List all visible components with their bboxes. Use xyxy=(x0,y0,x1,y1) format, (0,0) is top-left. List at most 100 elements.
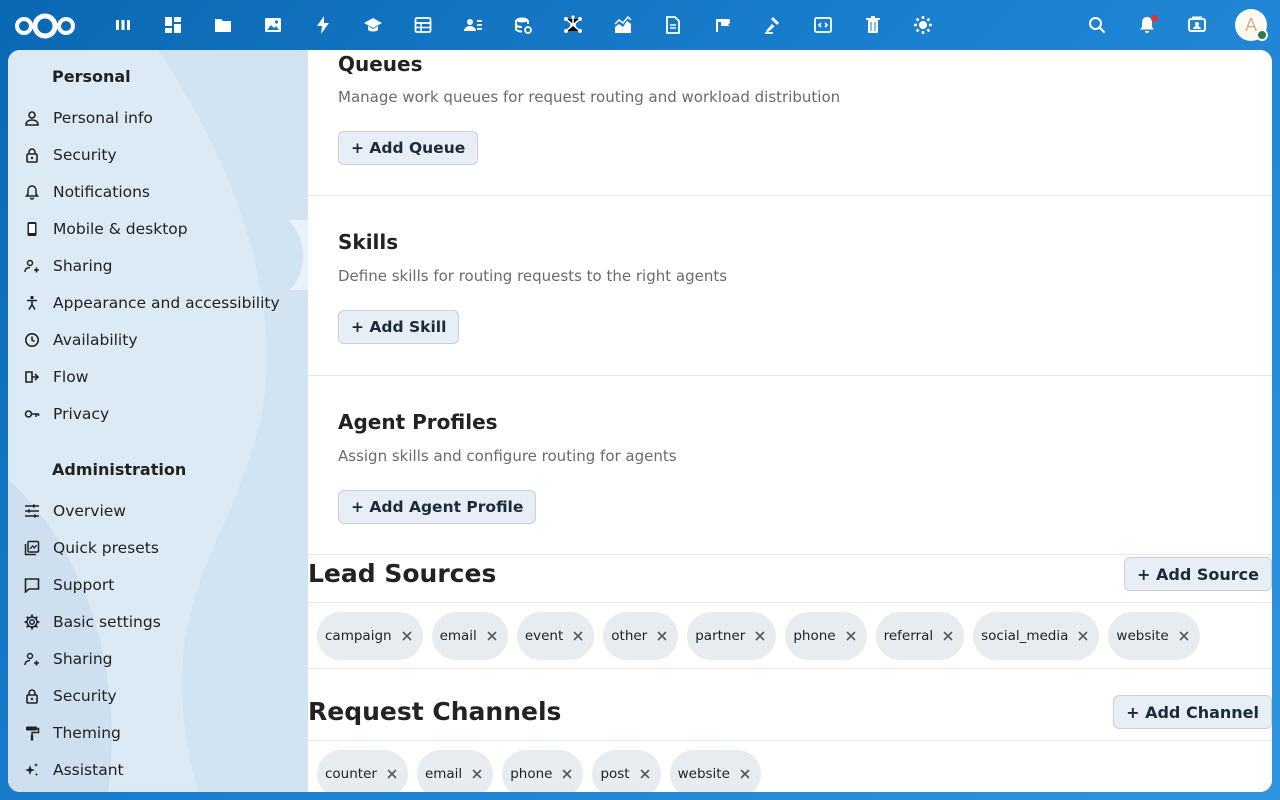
sidebar-item-quick-presets[interactable]: Quick presets xyxy=(8,531,308,565)
sidebar-item-security[interactable]: Security xyxy=(8,679,308,713)
learn-icon[interactable] xyxy=(348,0,398,50)
user-menu[interactable]: A xyxy=(1222,0,1280,50)
tag-chip: counter xyxy=(317,750,408,792)
dashboard-icon[interactable] xyxy=(98,0,148,50)
administration-heading: Administration xyxy=(52,460,187,479)
remove-tag-icon[interactable] xyxy=(845,630,857,642)
sidebar-item-privacy[interactable]: Privacy xyxy=(8,397,308,431)
sidebar-item-label: Flow xyxy=(53,368,89,386)
tag-chip: post xyxy=(592,750,661,792)
remove-tag-icon[interactable] xyxy=(942,630,954,642)
sidebar-item-support[interactable]: Support xyxy=(8,568,308,602)
files-icon[interactable] xyxy=(198,0,248,50)
lock-icon xyxy=(24,147,40,163)
nextcloud-logo[interactable] xyxy=(13,11,77,41)
sidebar-item-availability[interactable]: Availability xyxy=(8,323,308,357)
contacts-menu-icon[interactable] xyxy=(1172,0,1222,50)
lead-sources-tag-list: campaign email event other partner phone refer… xyxy=(317,612,1209,660)
add-skill-button[interactable]: + Add Skill xyxy=(338,310,460,344)
tag-chip: email xyxy=(431,612,508,660)
tag-chip: website xyxy=(669,750,761,792)
settings-sidebar: Personal Administration Personal info Sec… xyxy=(8,50,308,792)
remove-tag-icon[interactable] xyxy=(572,630,584,642)
add-queue-button[interactable]: + Add Queue xyxy=(338,131,479,165)
add-agent-profile-button[interactable]: + Add Agent Profile xyxy=(338,490,537,524)
remove-tag-icon[interactable] xyxy=(401,630,413,642)
request-channels-tag-list: counter email phone post website xyxy=(317,750,770,792)
tag-label: other xyxy=(611,628,648,644)
sidebar-item-personal-info[interactable]: Personal info xyxy=(8,101,308,135)
code-icon[interactable] xyxy=(798,0,848,50)
sidebar-item-notifications[interactable]: Notifications xyxy=(8,175,308,209)
sidebar-item-mobile-desktop[interactable]: Mobile & desktop xyxy=(8,212,308,246)
document-icon[interactable] xyxy=(648,0,698,50)
remove-tag-icon[interactable] xyxy=(639,768,651,780)
sidebar-item-label: Theming xyxy=(53,724,121,742)
database-icon[interactable] xyxy=(498,0,548,50)
phone-icon xyxy=(24,221,40,237)
tables-icon[interactable] xyxy=(398,0,448,50)
remove-tag-icon[interactable] xyxy=(1077,630,1089,642)
settings-gear-icon[interactable] xyxy=(898,0,948,50)
request-channels-tags: counter email phone post website xyxy=(308,742,1272,792)
sidebar-item-security[interactable]: Security xyxy=(8,138,308,172)
trash-icon[interactable] xyxy=(848,0,898,50)
flow-icon xyxy=(24,369,40,385)
flag-icon[interactable] xyxy=(698,0,748,50)
sparkle-icon xyxy=(24,762,40,778)
sidebar-item-label: Sharing xyxy=(53,650,113,668)
sidebar-item-label: Mobile & desktop xyxy=(53,220,188,238)
add-channel-button[interactable]: + Add Channel xyxy=(1113,695,1272,729)
tag-label: referral xyxy=(883,628,934,644)
tag-label: partner xyxy=(695,628,746,644)
notifications-bell-icon[interactable] xyxy=(1122,0,1172,50)
header-right: A xyxy=(1072,0,1280,50)
tag-label: email xyxy=(424,766,463,782)
activity-icon[interactable] xyxy=(298,0,348,50)
sidebar-item-basic-settings[interactable]: Basic settings xyxy=(8,605,308,639)
search-icon[interactable] xyxy=(1072,0,1122,50)
sidebar-item-overview[interactable]: Overview xyxy=(8,494,308,528)
tag-label: counter xyxy=(325,766,377,782)
sidebar-item-sharing[interactable]: Sharing xyxy=(8,642,308,676)
request-channels-title: Request Channels xyxy=(308,697,562,726)
remove-tag-icon[interactable] xyxy=(754,630,766,642)
contacts-icon[interactable] xyxy=(448,0,498,50)
sidebar-item-label: Appearance and accessibility xyxy=(53,294,280,312)
clock-icon xyxy=(24,332,40,348)
sidebar-item-label: Support xyxy=(53,576,115,594)
lead-sources-title: Lead Sources xyxy=(308,559,497,588)
app-menu xyxy=(98,0,948,50)
bell-icon xyxy=(24,184,40,200)
sidebar-item-theming[interactable]: Theming xyxy=(8,716,308,750)
sidebar-item-sharing[interactable]: Sharing xyxy=(8,249,308,283)
remove-tag-icon[interactable] xyxy=(386,768,398,780)
remove-tag-icon[interactable] xyxy=(561,768,573,780)
sliders-icon xyxy=(24,503,40,519)
tag-chip: social_media xyxy=(973,612,1100,660)
sidebar-item-flow[interactable]: Flow xyxy=(8,360,308,394)
tag-label: phone xyxy=(793,628,836,644)
tag-label: email xyxy=(439,628,477,644)
tools-icon[interactable] xyxy=(748,0,798,50)
paint-roller-icon xyxy=(24,725,40,741)
grid-icon[interactable] xyxy=(148,0,198,50)
add-source-button[interactable]: + Add Source xyxy=(1124,557,1272,591)
tag-chip: phone xyxy=(785,612,867,660)
sidebar-item-assistant[interactable]: Assistant xyxy=(8,753,308,787)
online-status-badge xyxy=(1256,29,1268,41)
accessibility-icon xyxy=(24,295,40,311)
network-icon[interactable] xyxy=(548,0,598,50)
photos-icon[interactable] xyxy=(248,0,298,50)
remove-tag-icon[interactable] xyxy=(486,630,498,642)
sidebar-item-label: Personal info xyxy=(53,109,153,127)
remove-tag-icon[interactable] xyxy=(1178,630,1190,642)
analytics-icon[interactable] xyxy=(598,0,648,50)
remove-tag-icon[interactable] xyxy=(656,630,668,642)
remove-tag-icon[interactable] xyxy=(471,768,483,780)
skills-section: Skills Define skills for routing request… xyxy=(308,196,1272,376)
remove-tag-icon[interactable] xyxy=(739,768,751,780)
main-content: Queues Manage work queues for request ro… xyxy=(308,50,1272,792)
notification-dot xyxy=(1151,15,1158,22)
sidebar-item-appearance-and-accessibility[interactable]: Appearance and accessibility xyxy=(8,286,308,320)
